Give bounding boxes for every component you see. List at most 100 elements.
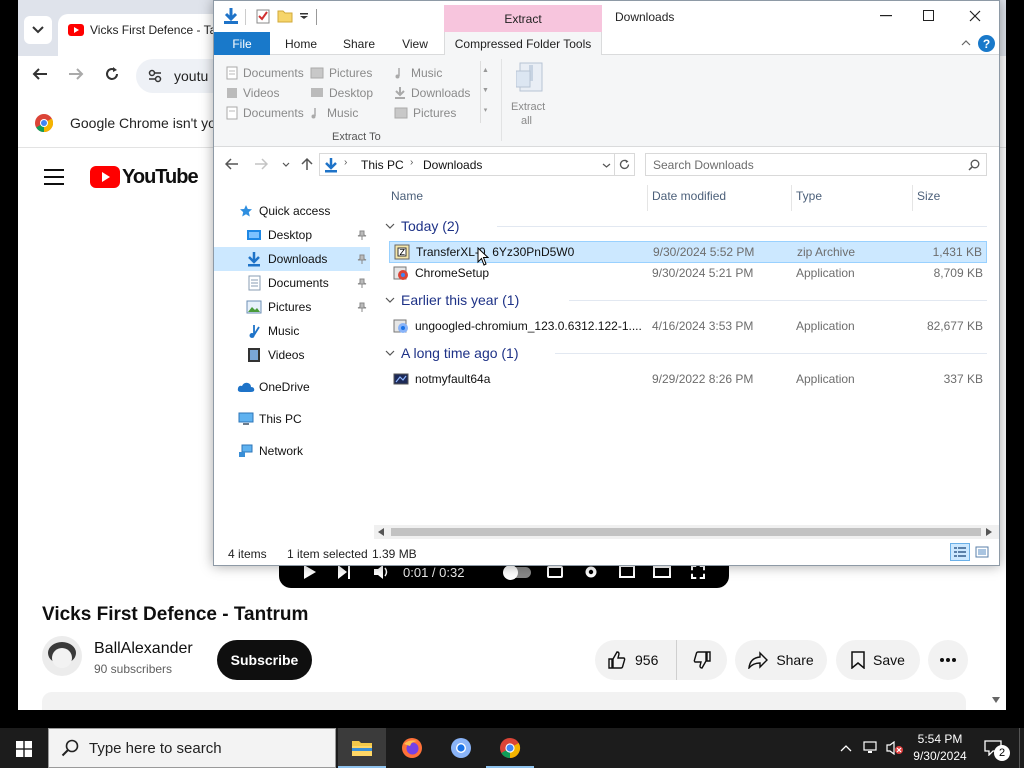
- breadcrumb-downloads[interactable]: Downloads: [423, 158, 482, 172]
- nav-documents[interactable]: Documents: [214, 271, 370, 295]
- address-history-chevron-icon[interactable]: [602, 163, 611, 168]
- nav-downloads[interactable]: Downloads: [214, 247, 370, 271]
- file-row[interactable]: ungoogled-chromium_123.0.6312.122-1.... …: [389, 316, 987, 338]
- chrome-tab-active[interactable]: Vicks First Defence - Tantrum: [58, 14, 228, 56]
- qat-dropdown-icon[interactable]: [300, 13, 308, 19]
- file-row[interactable]: ChromeSetup 9/30/2024 5:21 PM Applicatio…: [389, 263, 987, 285]
- back-arrow-icon[interactable]: [225, 158, 239, 170]
- extract-to-documents[interactable]: Documents: [226, 63, 304, 83]
- hamburger-menu-icon[interactable]: [44, 169, 64, 185]
- captions-icon[interactable]: [547, 566, 563, 578]
- ribbon-collapse-icon[interactable]: [961, 40, 971, 46]
- taskbar-search-box[interactable]: Type here to search: [48, 728, 336, 768]
- nav-videos[interactable]: Videos: [214, 343, 370, 367]
- start-button[interactable]: [0, 728, 48, 768]
- page-scroll-down-icon[interactable]: [992, 697, 1000, 703]
- extract-to-desktop[interactable]: Desktop: [310, 83, 373, 103]
- address-bar[interactable]: › This PC › Downloads: [319, 153, 615, 176]
- pin-icon[interactable]: [357, 302, 367, 312]
- details-view-button[interactable]: [950, 543, 970, 561]
- pin-icon[interactable]: [357, 278, 367, 288]
- nav-network[interactable]: Network: [214, 439, 370, 463]
- tab-home[interactable]: Home: [276, 32, 326, 55]
- column-header-date[interactable]: Date modified: [652, 189, 726, 207]
- show-hidden-icons-chevron-icon[interactable]: [840, 745, 852, 752]
- help-icon[interactable]: ?: [978, 35, 995, 52]
- channel-name[interactable]: BallAlexander: [94, 640, 193, 658]
- dislike-button[interactable]: [677, 640, 727, 680]
- extract-to-pictures-2[interactable]: Pictures: [394, 103, 456, 123]
- group-header-long-time-ago[interactable]: A long time ago (1): [385, 342, 519, 364]
- nav-onedrive[interactable]: OneDrive: [214, 375, 370, 399]
- column-header-type[interactable]: Type: [796, 189, 822, 207]
- refresh-button[interactable]: [615, 153, 635, 176]
- extract-to-music[interactable]: Music: [310, 103, 358, 123]
- nav-desktop[interactable]: Desktop: [214, 223, 370, 247]
- taskbar-chromium[interactable]: [437, 728, 485, 768]
- tab-compressed-folder-tools[interactable]: Compressed Folder Tools: [444, 32, 602, 55]
- address-bar[interactable]: youtu: [136, 59, 216, 93]
- nav-pictures[interactable]: Pictures: [214, 295, 370, 319]
- extract-all-button[interactable]: Extract all: [507, 59, 551, 133]
- theater-mode-icon[interactable]: [653, 566, 671, 578]
- pin-icon[interactable]: [357, 254, 367, 264]
- extract-to-downloads[interactable]: Downloads: [394, 83, 470, 103]
- site-settings-icon[interactable]: [148, 69, 162, 83]
- extract-to-documents-2[interactable]: Documents: [226, 103, 304, 123]
- extract-to-pictures[interactable]: Pictures: [310, 63, 372, 83]
- volume-icon[interactable]: [373, 564, 389, 580]
- extract-to-music-2[interactable]: Music: [394, 63, 442, 83]
- pin-icon[interactable]: [357, 230, 367, 240]
- extract-to-videos[interactable]: Videos: [226, 83, 279, 103]
- breadcrumb-this-pc[interactable]: This PC: [361, 158, 404, 172]
- scroll-right-icon[interactable]: [986, 528, 992, 536]
- column-header-name[interactable]: Name: [391, 189, 423, 207]
- save-button[interactable]: Save: [836, 640, 920, 680]
- taskbar-firefox[interactable]: [388, 728, 436, 768]
- clock-date[interactable]: 9/30/2024: [910, 749, 970, 763]
- forward-arrow-icon[interactable]: [254, 158, 268, 170]
- close-icon[interactable]: [969, 10, 981, 22]
- tab-file[interactable]: File: [214, 32, 270, 55]
- subscribe-button[interactable]: Subscribe: [217, 640, 312, 680]
- like-button[interactable]: 956: [595, 640, 677, 680]
- volume-muted-icon[interactable]: [886, 741, 904, 755]
- new-folder-icon[interactable]: [277, 8, 293, 24]
- gallery-scrollbar[interactable]: ▲ ▼ ▾: [480, 61, 490, 123]
- next-icon[interactable]: [337, 564, 351, 580]
- scroll-left-icon[interactable]: [378, 528, 384, 536]
- fullscreen-icon[interactable]: [691, 565, 705, 579]
- network-status-icon[interactable]: [863, 741, 879, 755]
- settings-gear-icon[interactable]: [583, 564, 599, 580]
- play-icon[interactable]: [303, 564, 317, 580]
- maximize-icon[interactable]: [923, 10, 934, 21]
- minimize-icon[interactable]: [880, 15, 892, 17]
- vertical-scrollbar[interactable]: [990, 183, 999, 523]
- file-row[interactable]: notmyfault64a 9/29/2022 8:26 PM Applicat…: [389, 369, 987, 391]
- scroll-thumb[interactable]: [391, 528, 981, 536]
- nav-this-pc[interactable]: This PC: [214, 407, 370, 431]
- clock-time[interactable]: 5:54 PM: [916, 732, 964, 746]
- recent-locations-chevron-icon[interactable]: [282, 162, 290, 167]
- reload-icon[interactable]: [104, 66, 120, 82]
- taskbar-file-explorer[interactable]: [338, 728, 386, 768]
- tab-view[interactable]: View: [392, 32, 438, 55]
- more-actions-button[interactable]: [928, 640, 968, 680]
- share-button[interactable]: Share: [735, 640, 827, 680]
- nav-music[interactable]: Music: [214, 319, 370, 343]
- channel-avatar[interactable]: [42, 636, 82, 676]
- horizontal-scrollbar[interactable]: [374, 525, 999, 539]
- nav-quick-access[interactable]: Quick access: [214, 199, 370, 223]
- description-box[interactable]: [42, 692, 966, 710]
- tab-share[interactable]: Share: [334, 32, 384, 55]
- show-desktop-button[interactable]: [1019, 728, 1024, 768]
- youtube-logo[interactable]: YouTube: [90, 165, 199, 189]
- autoplay-toggle[interactable]: [503, 565, 531, 580]
- notification-center-button[interactable]: 2: [978, 728, 1018, 768]
- forward-arrow-icon[interactable]: [68, 66, 84, 82]
- taskbar-chrome[interactable]: [486, 728, 534, 768]
- search-box[interactable]: Search Downloads: [645, 153, 987, 176]
- group-header-earlier-this-year[interactable]: Earlier this year (1): [385, 289, 519, 311]
- large-icons-view-button[interactable]: [974, 544, 990, 560]
- column-header-size[interactable]: Size: [917, 189, 940, 207]
